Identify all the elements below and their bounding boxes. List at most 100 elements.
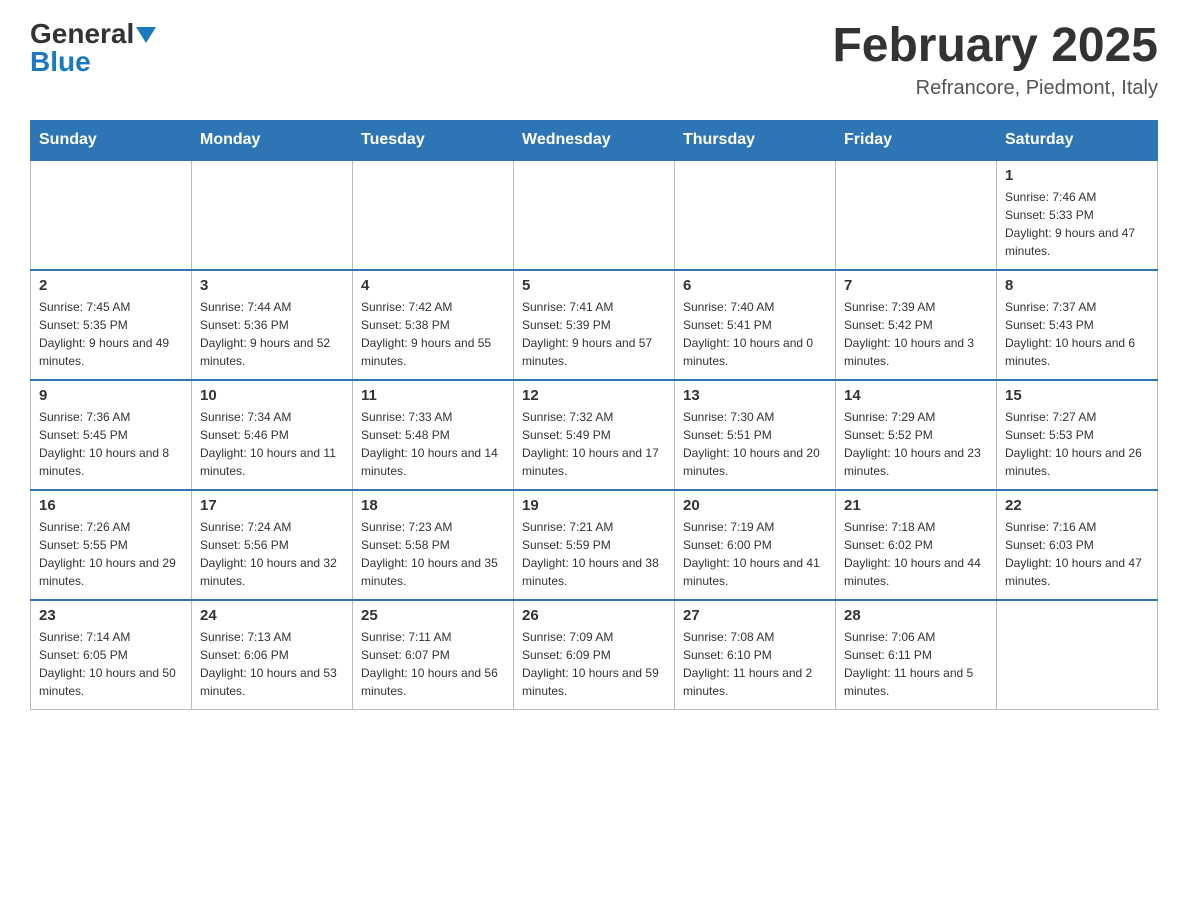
- day-info: Sunrise: 7:36 AM Sunset: 5:45 PM Dayligh…: [39, 408, 183, 480]
- logo-top: General: [30, 20, 156, 48]
- day-info: Sunrise: 7:14 AM Sunset: 6:05 PM Dayligh…: [39, 628, 183, 700]
- day-number: 25: [361, 607, 505, 624]
- day-cell-2-3: 12 Sunrise: 7:32 AM Sunset: 5:49 PM Dayli…: [514, 380, 675, 490]
- week-row-5: 23Sunrise: 7:14 AM Sunset: 6:05 PM Dayli…: [31, 600, 1158, 710]
- logo-general-text: General: [30, 18, 134, 49]
- day-number: 1: [1005, 167, 1149, 184]
- day-cell-4-2: 25 Sunrise: 7:11 AM Sunset: 6:07 PM Dayli…: [353, 600, 514, 710]
- day-number: 10: [200, 387, 344, 404]
- day-cell-4-1: 24Sunrise: 7:13 AM Sunset: 6:06 PM Dayli…: [192, 600, 353, 710]
- week-row-4: 16 Sunrise: 7:26 AM Sunset: 5:55 PM Dayli…: [31, 490, 1158, 600]
- day-number: 16: [39, 497, 183, 514]
- day-cell-0-6: 1 Sunrise: 7:46 AM Sunset: 5:33 PM Daylig…: [997, 160, 1158, 270]
- day-info: Sunrise: 7:09 AM Sunset: 6:09 PM Dayligh…: [522, 628, 666, 700]
- logo-triangle-icon: [136, 27, 156, 43]
- header-tuesday: Tuesday: [353, 120, 514, 160]
- day-number: 27: [683, 607, 827, 624]
- day-cell-3-5: 21 Sunrise: 7:18 AM Sunset: 6:02 PM Dayli…: [836, 490, 997, 600]
- page-header: General Blue February 2025 Refrancore, P…: [30, 20, 1158, 100]
- day-info: Sunrise: 7:16 AM Sunset: 6:03 PM Dayligh…: [1005, 518, 1149, 590]
- day-info: Sunrise: 7:41 AM Sunset: 5:39 PM Dayligh…: [522, 298, 666, 370]
- day-number: 20: [683, 497, 827, 514]
- day-cell-4-5: 28Sunrise: 7:06 AM Sunset: 6:11 PM Dayli…: [836, 600, 997, 710]
- day-cell-3-0: 16 Sunrise: 7:26 AM Sunset: 5:55 PM Dayli…: [31, 490, 192, 600]
- header-thursday: Thursday: [675, 120, 836, 160]
- day-info: Sunrise: 7:39 AM Sunset: 5:42 PM Dayligh…: [844, 298, 988, 370]
- day-info: Sunrise: 7:26 AM Sunset: 5:55 PM Dayligh…: [39, 518, 183, 590]
- week-row-3: 9 Sunrise: 7:36 AM Sunset: 5:45 PM Daylig…: [31, 380, 1158, 490]
- day-number: 2: [39, 277, 183, 294]
- day-info: Sunrise: 7:21 AM Sunset: 5:59 PM Dayligh…: [522, 518, 666, 590]
- header-wednesday: Wednesday: [514, 120, 675, 160]
- month-title: February 2025: [832, 20, 1158, 73]
- day-cell-1-5: 7Sunrise: 7:39 AM Sunset: 5:42 PM Daylig…: [836, 270, 997, 380]
- day-number: 13: [683, 387, 827, 404]
- day-cell-4-4: 27 Sunrise: 7:08 AM Sunset: 6:10 PM Dayli…: [675, 600, 836, 710]
- day-number: 6: [683, 277, 827, 294]
- day-info: Sunrise: 7:18 AM Sunset: 6:02 PM Dayligh…: [844, 518, 988, 590]
- day-info: Sunrise: 7:24 AM Sunset: 5:56 PM Dayligh…: [200, 518, 344, 590]
- day-number: 14: [844, 387, 988, 404]
- day-info: Sunrise: 7:23 AM Sunset: 5:58 PM Dayligh…: [361, 518, 505, 590]
- day-cell-0-4: [675, 160, 836, 270]
- day-cell-1-3: 5 Sunrise: 7:41 AM Sunset: 5:39 PM Daylig…: [514, 270, 675, 380]
- day-number: 26: [522, 607, 666, 624]
- day-info: Sunrise: 7:11 AM Sunset: 6:07 PM Dayligh…: [361, 628, 505, 700]
- day-info: Sunrise: 7:46 AM Sunset: 5:33 PM Dayligh…: [1005, 188, 1149, 260]
- day-number: 11: [361, 387, 505, 404]
- day-info: Sunrise: 7:08 AM Sunset: 6:10 PM Dayligh…: [683, 628, 827, 700]
- day-info: Sunrise: 7:27 AM Sunset: 5:53 PM Dayligh…: [1005, 408, 1149, 480]
- day-cell-2-1: 10 Sunrise: 7:34 AM Sunset: 5:46 PM Dayli…: [192, 380, 353, 490]
- week-row-2: 2 Sunrise: 7:45 AM Sunset: 5:35 PM Daylig…: [31, 270, 1158, 380]
- day-cell-3-3: 19Sunrise: 7:21 AM Sunset: 5:59 PM Dayli…: [514, 490, 675, 600]
- day-number: 5: [522, 277, 666, 294]
- day-cell-3-1: 17 Sunrise: 7:24 AM Sunset: 5:56 PM Dayli…: [192, 490, 353, 600]
- day-info: Sunrise: 7:44 AM Sunset: 5:36 PM Dayligh…: [200, 298, 344, 370]
- day-cell-2-4: 13Sunrise: 7:30 AM Sunset: 5:51 PM Dayli…: [675, 380, 836, 490]
- day-info: Sunrise: 7:29 AM Sunset: 5:52 PM Dayligh…: [844, 408, 988, 480]
- day-number: 8: [1005, 277, 1149, 294]
- day-cell-1-6: 8 Sunrise: 7:37 AM Sunset: 5:43 PM Daylig…: [997, 270, 1158, 380]
- day-cell-3-4: 20 Sunrise: 7:19 AM Sunset: 6:00 PM Dayli…: [675, 490, 836, 600]
- day-number: 17: [200, 497, 344, 514]
- calendar-table: Sunday Monday Tuesday Wednesday Thursday…: [30, 120, 1158, 711]
- location-subtitle: Refrancore, Piedmont, Italy: [832, 77, 1158, 100]
- day-cell-0-1: [192, 160, 353, 270]
- day-cell-0-2: [353, 160, 514, 270]
- day-cell-1-4: 6 Sunrise: 7:40 AM Sunset: 5:41 PM Daylig…: [675, 270, 836, 380]
- day-info: Sunrise: 7:37 AM Sunset: 5:43 PM Dayligh…: [1005, 298, 1149, 370]
- day-info: Sunrise: 7:19 AM Sunset: 6:00 PM Dayligh…: [683, 518, 827, 590]
- header-monday: Monday: [192, 120, 353, 160]
- header-saturday: Saturday: [997, 120, 1158, 160]
- day-cell-4-6: [997, 600, 1158, 710]
- day-cell-2-2: 11 Sunrise: 7:33 AM Sunset: 5:48 PM Dayli…: [353, 380, 514, 490]
- header-sunday: Sunday: [31, 120, 192, 160]
- day-cell-3-6: 22 Sunrise: 7:16 AM Sunset: 6:03 PM Dayli…: [997, 490, 1158, 600]
- day-info: Sunrise: 7:45 AM Sunset: 5:35 PM Dayligh…: [39, 298, 183, 370]
- day-number: 9: [39, 387, 183, 404]
- day-number: 22: [1005, 497, 1149, 514]
- logo-blue-text: Blue: [30, 46, 91, 77]
- day-number: 21: [844, 497, 988, 514]
- day-number: 15: [1005, 387, 1149, 404]
- day-info: Sunrise: 7:06 AM Sunset: 6:11 PM Dayligh…: [844, 628, 988, 700]
- day-cell-4-0: 23Sunrise: 7:14 AM Sunset: 6:05 PM Dayli…: [31, 600, 192, 710]
- day-cell-0-5: [836, 160, 997, 270]
- weekday-header-row: Sunday Monday Tuesday Wednesday Thursday…: [31, 120, 1158, 160]
- day-info: Sunrise: 7:34 AM Sunset: 5:46 PM Dayligh…: [200, 408, 344, 480]
- logo: General Blue: [30, 20, 156, 76]
- day-info: Sunrise: 7:32 AM Sunset: 5:49 PM Dayligh…: [522, 408, 666, 480]
- day-info: Sunrise: 7:33 AM Sunset: 5:48 PM Dayligh…: [361, 408, 505, 480]
- day-cell-1-0: 2 Sunrise: 7:45 AM Sunset: 5:35 PM Daylig…: [31, 270, 192, 380]
- header-friday: Friday: [836, 120, 997, 160]
- day-cell-2-5: 14 Sunrise: 7:29 AM Sunset: 5:52 PM Dayli…: [836, 380, 997, 490]
- day-cell-4-3: 26 Sunrise: 7:09 AM Sunset: 6:09 PM Dayli…: [514, 600, 675, 710]
- day-number: 4: [361, 277, 505, 294]
- day-info: Sunrise: 7:40 AM Sunset: 5:41 PM Dayligh…: [683, 298, 827, 370]
- day-number: 3: [200, 277, 344, 294]
- week-row-1: 1 Sunrise: 7:46 AM Sunset: 5:33 PM Daylig…: [31, 160, 1158, 270]
- day-cell-0-0: [31, 160, 192, 270]
- day-cell-3-2: 18Sunrise: 7:23 AM Sunset: 5:58 PM Dayli…: [353, 490, 514, 600]
- day-number: 24: [200, 607, 344, 624]
- day-number: 12: [522, 387, 666, 404]
